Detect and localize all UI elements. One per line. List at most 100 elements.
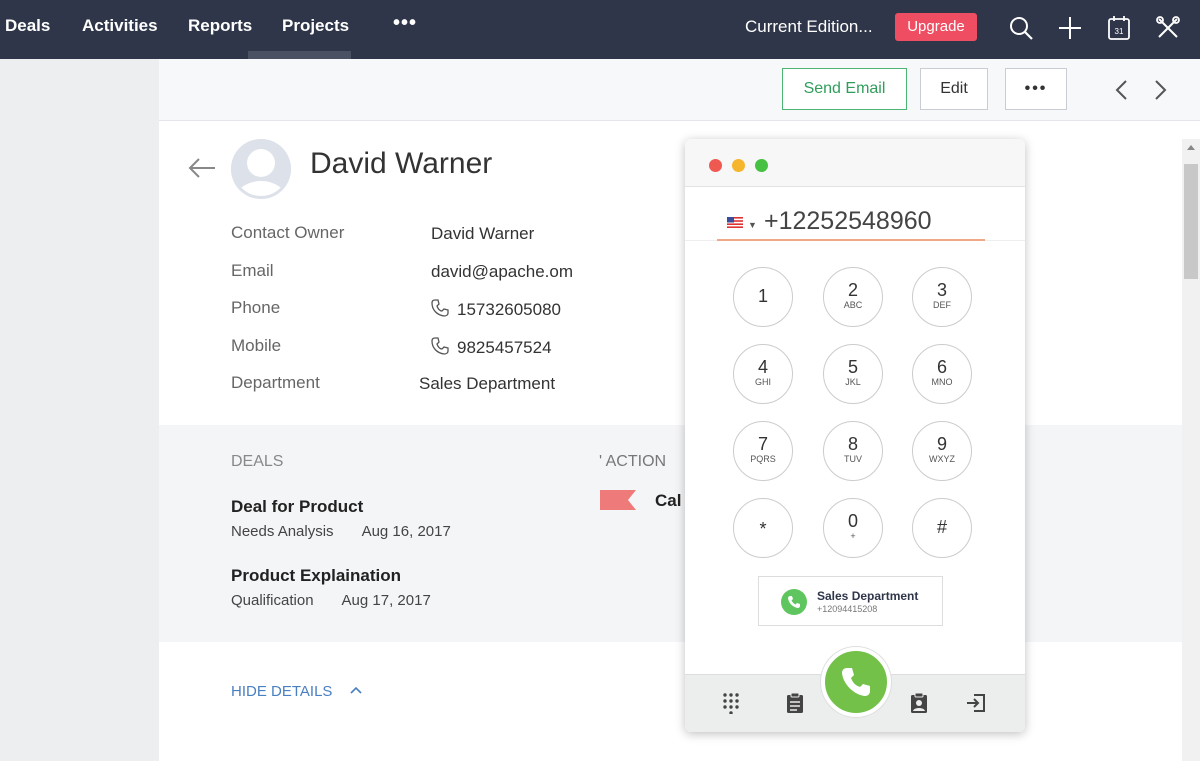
top-navigation: Deals Activities Reports Projects ••• Cu… xyxy=(0,0,1200,59)
nav-reports[interactable]: Reports xyxy=(188,16,252,36)
key-digit: 0 xyxy=(847,511,858,531)
action-item[interactable]: Cal xyxy=(655,491,681,511)
deal-stage: Qualification xyxy=(231,592,314,609)
contact-name: David Warner xyxy=(310,147,493,180)
key-digit: 4 xyxy=(757,357,768,377)
input-underline xyxy=(717,239,985,241)
scrollbar-thumb[interactable] xyxy=(1184,164,1198,279)
deal-name-1[interactable]: Deal for Product xyxy=(231,497,363,517)
scroll-up-arrow[interactable] xyxy=(1187,145,1195,150)
action-section-title: ' ACTION xyxy=(599,453,667,470)
key-letters: TUV xyxy=(844,454,862,464)
country-dropdown-caret[interactable]: ▼ xyxy=(748,220,757,230)
nav-more-button[interactable]: ••• xyxy=(393,12,417,35)
key-3[interactable]: 3 DEF xyxy=(912,267,972,327)
field-value-email[interactable]: david@apache.om xyxy=(431,262,573,282)
phone-icon[interactable] xyxy=(431,337,449,355)
key-letters: WXYZ xyxy=(929,454,955,464)
flag-icon xyxy=(600,490,636,510)
field-value-mobile[interactable]: 9825457524 xyxy=(431,337,552,358)
key-letters: PQRS xyxy=(750,454,776,464)
field-value-department[interactable]: Sales Department xyxy=(419,374,555,394)
contact-card-icon[interactable] xyxy=(908,692,930,714)
phone-dialer-window: ▼ +12252548960 1 2 ABC 3 DEF 4 GHI 5 JKL 6 MN… xyxy=(685,139,1025,732)
phone-number: 15732605080 xyxy=(457,300,562,319)
phone-icon[interactable] xyxy=(431,299,449,317)
key-7[interactable]: 7 PQRS xyxy=(733,421,793,481)
key-digit: # xyxy=(936,517,947,537)
vertical-scrollbar[interactable] xyxy=(1182,139,1200,761)
key-0[interactable]: 0 + xyxy=(823,498,883,558)
upgrade-button[interactable]: Upgrade xyxy=(895,13,977,41)
call-button[interactable] xyxy=(821,647,891,717)
back-arrow-icon[interactable] xyxy=(187,157,217,179)
key-letters: ABC xyxy=(843,300,863,310)
left-gutter xyxy=(0,59,159,761)
user-silhouette-icon xyxy=(231,139,291,199)
phone-number-input[interactable]: +12252548960 xyxy=(764,207,932,236)
hide-details-label: HIDE DETAILS xyxy=(231,683,333,700)
record-toolbar: Send Email Edit ••• xyxy=(159,59,1200,121)
calendar-icon[interactable]: 31 xyxy=(1105,14,1133,42)
key-digit: 9 xyxy=(936,434,947,454)
key-hash[interactable]: # xyxy=(912,498,972,558)
field-label-email: Email xyxy=(231,261,274,280)
minimize-window-button[interactable] xyxy=(732,159,745,172)
deal-name-2[interactable]: Product Explaination xyxy=(231,566,401,586)
clipboard-icon[interactable] xyxy=(784,692,806,714)
caller-id-selector[interactable]: Sales Department +12094415208 xyxy=(758,576,943,626)
edit-button[interactable]: Edit xyxy=(920,68,988,110)
active-tab-indicator xyxy=(248,51,351,59)
more-actions-button[interactable]: ••• xyxy=(1005,68,1067,110)
deal-stage: Needs Analysis xyxy=(231,523,334,540)
search-icon[interactable] xyxy=(1007,14,1035,42)
previous-record-icon[interactable] xyxy=(1114,79,1130,101)
key-star[interactable]: * xyxy=(733,498,793,558)
close-window-button[interactable] xyxy=(709,159,722,172)
nav-activities[interactable]: Activities xyxy=(82,16,158,36)
deals-section-title: DEALS xyxy=(231,453,284,470)
phone-call-icon xyxy=(842,668,870,696)
field-value-contact-owner[interactable]: David Warner xyxy=(431,224,534,244)
tools-icon[interactable] xyxy=(1154,14,1182,42)
calendar-day: 31 xyxy=(1115,27,1124,36)
key-letters: DEF xyxy=(933,300,951,310)
field-label-department: Department xyxy=(231,373,320,392)
next-record-icon[interactable] xyxy=(1152,79,1168,101)
key-6[interactable]: 6 MNO xyxy=(912,344,972,404)
key-5[interactable]: 5 JKL xyxy=(823,344,883,404)
key-digit: 7 xyxy=(757,434,768,454)
key-4[interactable]: 4 GHI xyxy=(733,344,793,404)
key-1[interactable]: 1 xyxy=(733,267,793,327)
key-digit: * xyxy=(759,519,767,539)
transfer-icon[interactable] xyxy=(965,692,987,714)
keypad-icon[interactable] xyxy=(720,692,742,714)
field-value-phone[interactable]: 15732605080 xyxy=(431,299,561,320)
key-digit: 3 xyxy=(936,280,947,300)
nav-deals[interactable]: Deals xyxy=(5,16,50,36)
key-letters: MNO xyxy=(931,377,953,387)
nav-projects[interactable]: Projects xyxy=(282,16,349,36)
key-2[interactable]: 2 ABC xyxy=(823,267,883,327)
key-digit: 5 xyxy=(847,357,858,377)
plus-icon[interactable] xyxy=(1056,14,1084,42)
hide-details-link[interactable]: HIDE DETAILS xyxy=(231,683,363,700)
current-edition[interactable]: Current Edition... xyxy=(745,17,873,37)
mobile-number: 9825457524 xyxy=(457,338,552,357)
field-label-phone: Phone xyxy=(231,298,281,317)
caller-number: +12094415208 xyxy=(817,604,878,614)
key-letters: JKL xyxy=(845,377,861,387)
key-digit: 8 xyxy=(847,434,858,454)
maximize-window-button[interactable] xyxy=(755,159,768,172)
whatsapp-phone-icon xyxy=(781,589,807,615)
key-digit: 2 xyxy=(847,280,858,300)
key-9[interactable]: 9 WXYZ xyxy=(912,421,972,481)
key-letters: GHI xyxy=(754,377,771,387)
us-flag-icon[interactable] xyxy=(727,217,743,228)
key-8[interactable]: 8 TUV xyxy=(823,421,883,481)
deal-meta-1: Needs Analysis Aug 16, 2017 xyxy=(231,523,451,540)
deal-date: Aug 17, 2017 xyxy=(341,592,431,609)
avatar xyxy=(231,139,291,199)
send-email-button[interactable]: Send Email xyxy=(782,68,907,110)
deal-meta-2: Qualification Aug 17, 2017 xyxy=(231,592,431,609)
